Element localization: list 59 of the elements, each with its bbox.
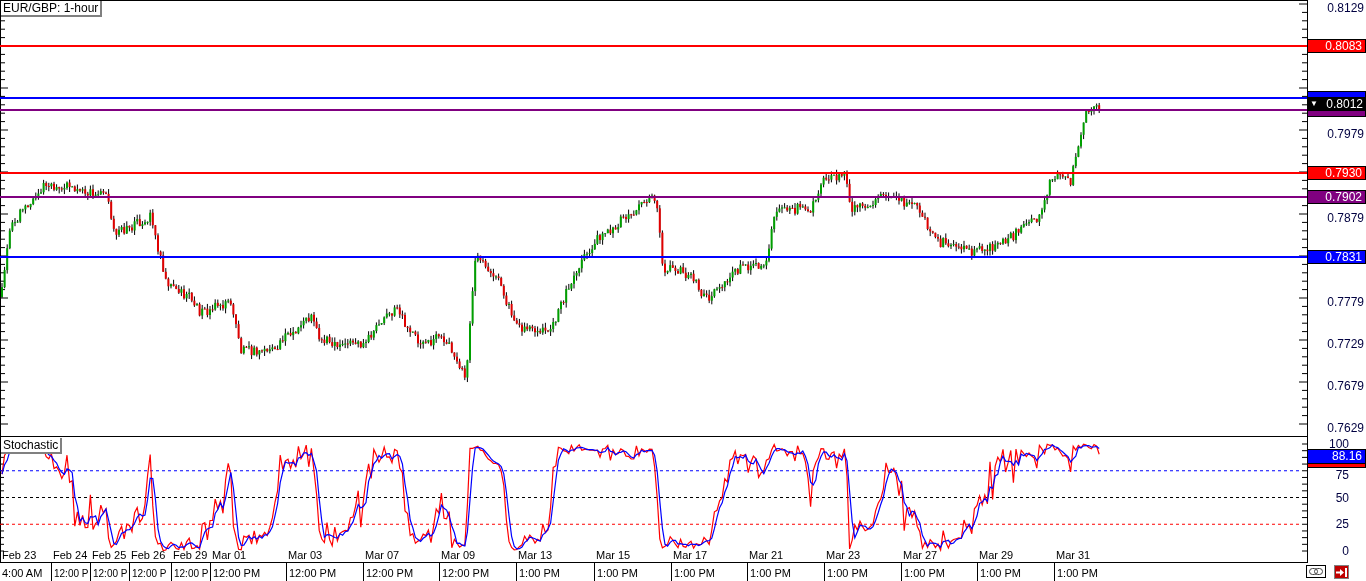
- date-label: Mar 03: [288, 549, 323, 562]
- axis-label: 0.7679: [1326, 379, 1364, 393]
- current-price: 0.8012: [1326, 98, 1363, 110]
- arrow-to-bar-icon: [1336, 567, 1347, 577]
- time-label: 1:00 PM: [597, 567, 638, 580]
- date-label: Feb 24: [53, 549, 88, 562]
- date-label: Mar 09: [441, 549, 476, 562]
- time-label: 12:00 PM: [366, 567, 414, 580]
- axis-label: 25: [1334, 517, 1349, 532]
- axis-label: 0.8129: [1326, 1, 1364, 15]
- time-label: 12:00 P: [93, 567, 128, 580]
- axis-label: 50: [1334, 490, 1349, 505]
- indicator-value-tag: 88.16: [1307, 449, 1366, 464]
- axis-label: 0.7629: [1326, 421, 1364, 435]
- indicator-title: Stochastic: [1, 438, 63, 454]
- price-tag: 0.7902: [1307, 190, 1366, 204]
- time-label: 1:00 PM: [904, 567, 945, 580]
- date-label: Mar 07: [365, 549, 400, 562]
- date-label: Mar 15: [596, 549, 631, 562]
- time-label: 12:00 PM: [442, 567, 490, 580]
- time-label: 4:00 AM: [2, 567, 43, 580]
- axis-label: 0.7979: [1326, 127, 1364, 141]
- time-label: 12:00 P: [54, 567, 89, 580]
- chart-title: EUR/GBP: 1-hour: [1, 1, 103, 17]
- axis-label: 0.7879: [1326, 211, 1364, 225]
- time-label: 1:00 PM: [827, 567, 868, 580]
- date-label: Mar 31: [1056, 549, 1091, 562]
- time-label: 1:00 PM: [1057, 567, 1098, 580]
- date-label: Mar 13: [518, 549, 553, 562]
- time-label: 12:00 P: [132, 567, 167, 580]
- date-label: Mar 29: [979, 549, 1014, 562]
- axis-label: 0.7779: [1326, 295, 1364, 309]
- axis-label: 0.7729: [1326, 337, 1364, 351]
- scroll-to-end-button[interactable]: [1334, 565, 1349, 579]
- date-label: Mar 01: [212, 549, 247, 562]
- axis-label: 0: [1341, 544, 1349, 558]
- date-label: Feb 26: [131, 549, 166, 562]
- date-label: Feb 25: [92, 549, 127, 562]
- link-button[interactable]: [1306, 565, 1326, 578]
- caret-icon: ▼: [1310, 98, 1318, 110]
- price-tag: 0.7831: [1307, 250, 1366, 264]
- price-tag: 0.7930: [1307, 166, 1366, 180]
- price-tag: 0.8083: [1307, 39, 1366, 53]
- time-label: 1:00 PM: [750, 567, 791, 580]
- time-label: 12:00 PM: [289, 567, 337, 580]
- time-label: 12:00 PM: [213, 567, 261, 580]
- time-label: 1:00 PM: [980, 567, 1021, 580]
- axis-label: 75: [1334, 468, 1349, 482]
- date-label: Feb 23: [2, 549, 37, 562]
- chain-link-icon: [1309, 568, 1323, 575]
- axis-label: 100: [1327, 437, 1349, 451]
- time-label: 1:00 PM: [519, 567, 560, 580]
- date-label: Mar 17: [673, 549, 708, 562]
- time-label: 1:00 PM: [674, 567, 715, 580]
- date-label: Mar 21: [749, 549, 784, 562]
- date-label: Feb 29: [173, 549, 208, 562]
- time-label: 12:00 P: [174, 567, 209, 580]
- date-label: Mar 23: [826, 549, 861, 562]
- date-label: Mar 27: [903, 549, 938, 562]
